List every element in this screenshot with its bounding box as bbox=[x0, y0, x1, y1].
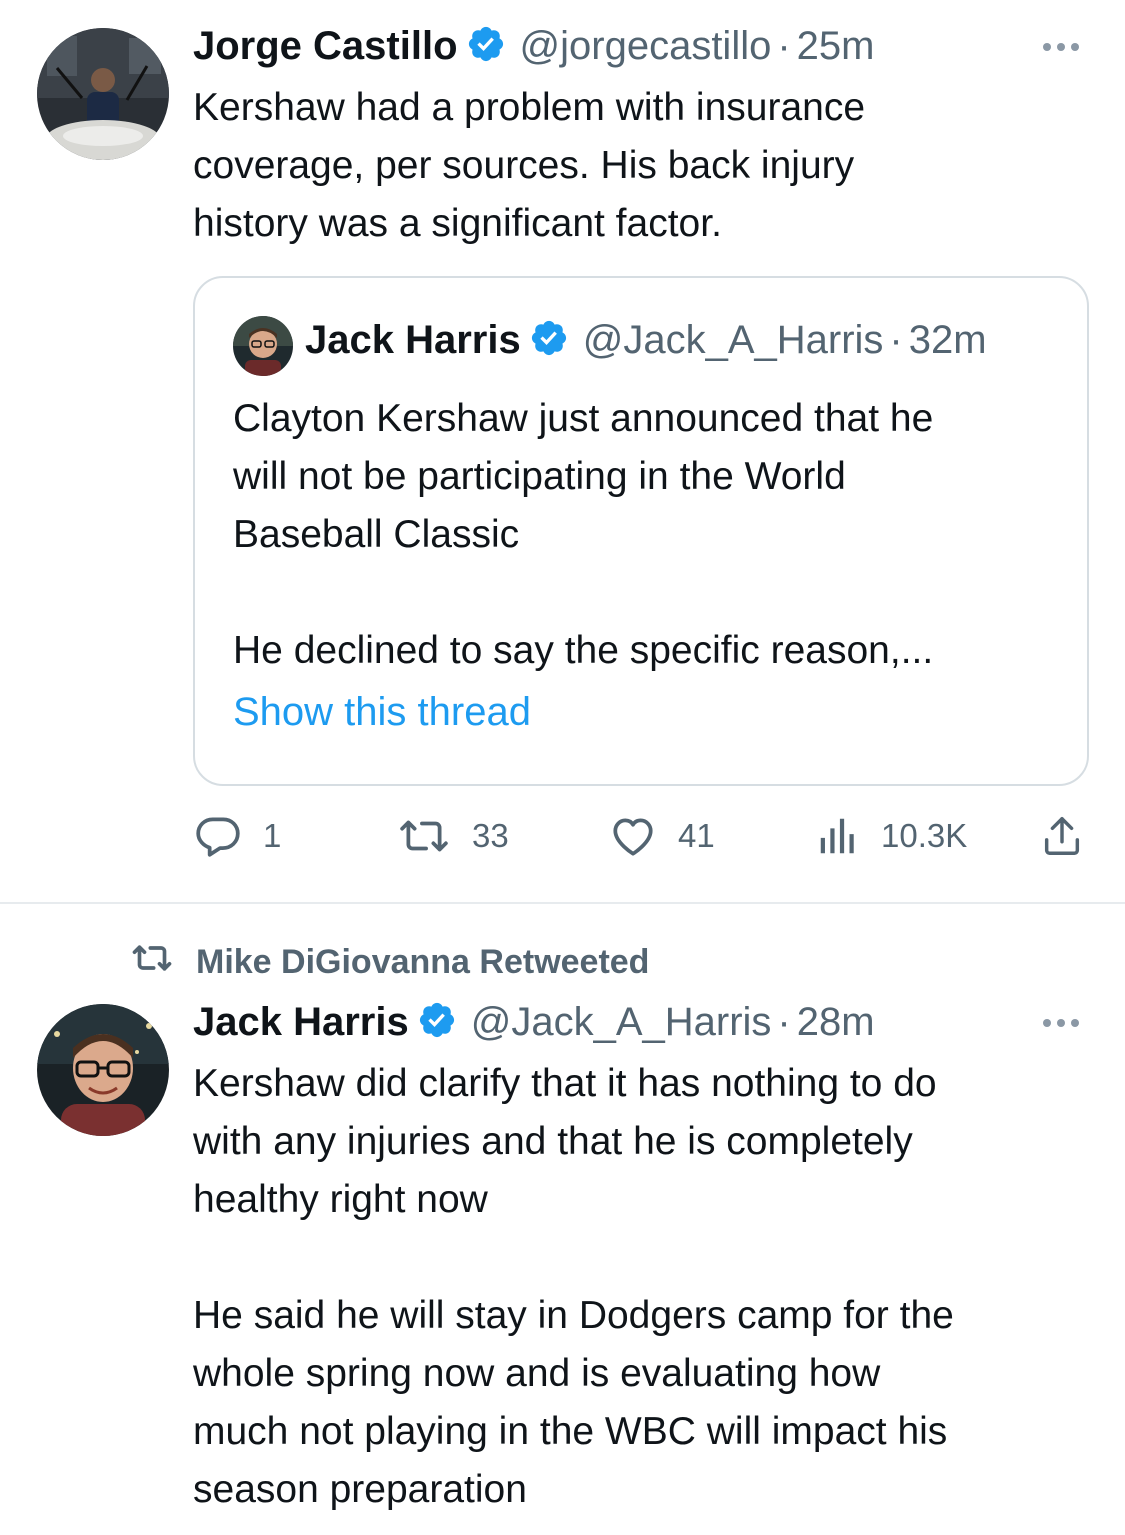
retweet-icon bbox=[396, 811, 452, 861]
views-count: 10.3K bbox=[881, 817, 968, 854]
reply-icon bbox=[193, 811, 243, 861]
quoted-author-name: Jack Harris bbox=[305, 318, 521, 362]
tweet-text: Kershaw had a problem with insurance cov… bbox=[193, 86, 866, 245]
views-icon bbox=[815, 811, 861, 861]
timeline: Jorge Castillo @jorgecastillo · 25m Kers… bbox=[0, 0, 1125, 1535]
like-icon bbox=[608, 811, 658, 861]
like-count: 41 bbox=[678, 817, 715, 854]
verified-badge-icon bbox=[466, 24, 506, 69]
avatar-jack-harris-small bbox=[233, 316, 293, 376]
separator: · bbox=[889, 318, 903, 362]
tweet-action-bar: 1 33 41 10.3K bbox=[193, 808, 1093, 868]
share-icon bbox=[1039, 811, 1085, 861]
separator: · bbox=[777, 24, 791, 68]
quoted-tweet-card[interactable]: Jack Harris @Jack_A_Harris · 32m Clayton… bbox=[193, 276, 1089, 786]
views-button[interactable]: 10.3K bbox=[815, 808, 967, 864]
avatar-jack-harris[interactable] bbox=[37, 1004, 169, 1136]
tweet-header: Jack Harris @Jack_A_Harris · 28m bbox=[193, 1000, 875, 1045]
tweet-divider bbox=[0, 902, 1125, 904]
author-handle[interactable]: @jorgecastillo bbox=[520, 24, 772, 69]
reply-button[interactable]: 1 bbox=[193, 808, 281, 864]
separator: · bbox=[777, 1000, 791, 1044]
author-name[interactable]: Jack Harris bbox=[193, 1000, 409, 1045]
verified-badge-icon bbox=[417, 1000, 457, 1045]
show-thread-link[interactable]: Show this thread bbox=[233, 690, 531, 735]
retweeted-by-banner[interactable]: Mike DiGiovanna Retweeted bbox=[130, 938, 649, 987]
timestamp[interactable]: 28m bbox=[797, 1000, 875, 1045]
quoted-tweet-header: Jack Harris @Jack_A_Harris · 32m bbox=[305, 318, 987, 363]
quoted-author-handle: @Jack_A_Harris bbox=[582, 318, 884, 362]
tweet-text: Kershaw did clarify that it has nothing … bbox=[193, 1062, 954, 1511]
retweeted-by-text: Mike DiGiovanna Retweeted bbox=[196, 943, 650, 981]
quoted-tweet-text: Clayton Kershaw just announced that he w… bbox=[233, 397, 934, 672]
like-button[interactable]: 41 bbox=[608, 808, 715, 864]
retweet-icon bbox=[130, 938, 196, 987]
avatar-jorge-castillo[interactable] bbox=[37, 28, 169, 160]
tweet-header: Jorge Castillo @jorgecastillo · 25m bbox=[193, 24, 874, 69]
share-button[interactable] bbox=[1039, 808, 1085, 864]
author-name[interactable]: Jorge Castillo bbox=[193, 24, 458, 69]
quoted-timestamp: 32m bbox=[908, 318, 987, 362]
reply-count: 1 bbox=[263, 817, 282, 854]
author-handle[interactable]: @Jack_A_Harris bbox=[471, 1000, 772, 1045]
retweet-count: 33 bbox=[472, 817, 509, 854]
timestamp[interactable]: 25m bbox=[797, 24, 875, 69]
verified-badge-icon bbox=[529, 318, 569, 363]
more-icon[interactable] bbox=[1043, 43, 1079, 51]
retweet-button[interactable]: 33 bbox=[396, 808, 509, 864]
more-icon[interactable] bbox=[1043, 1019, 1079, 1027]
